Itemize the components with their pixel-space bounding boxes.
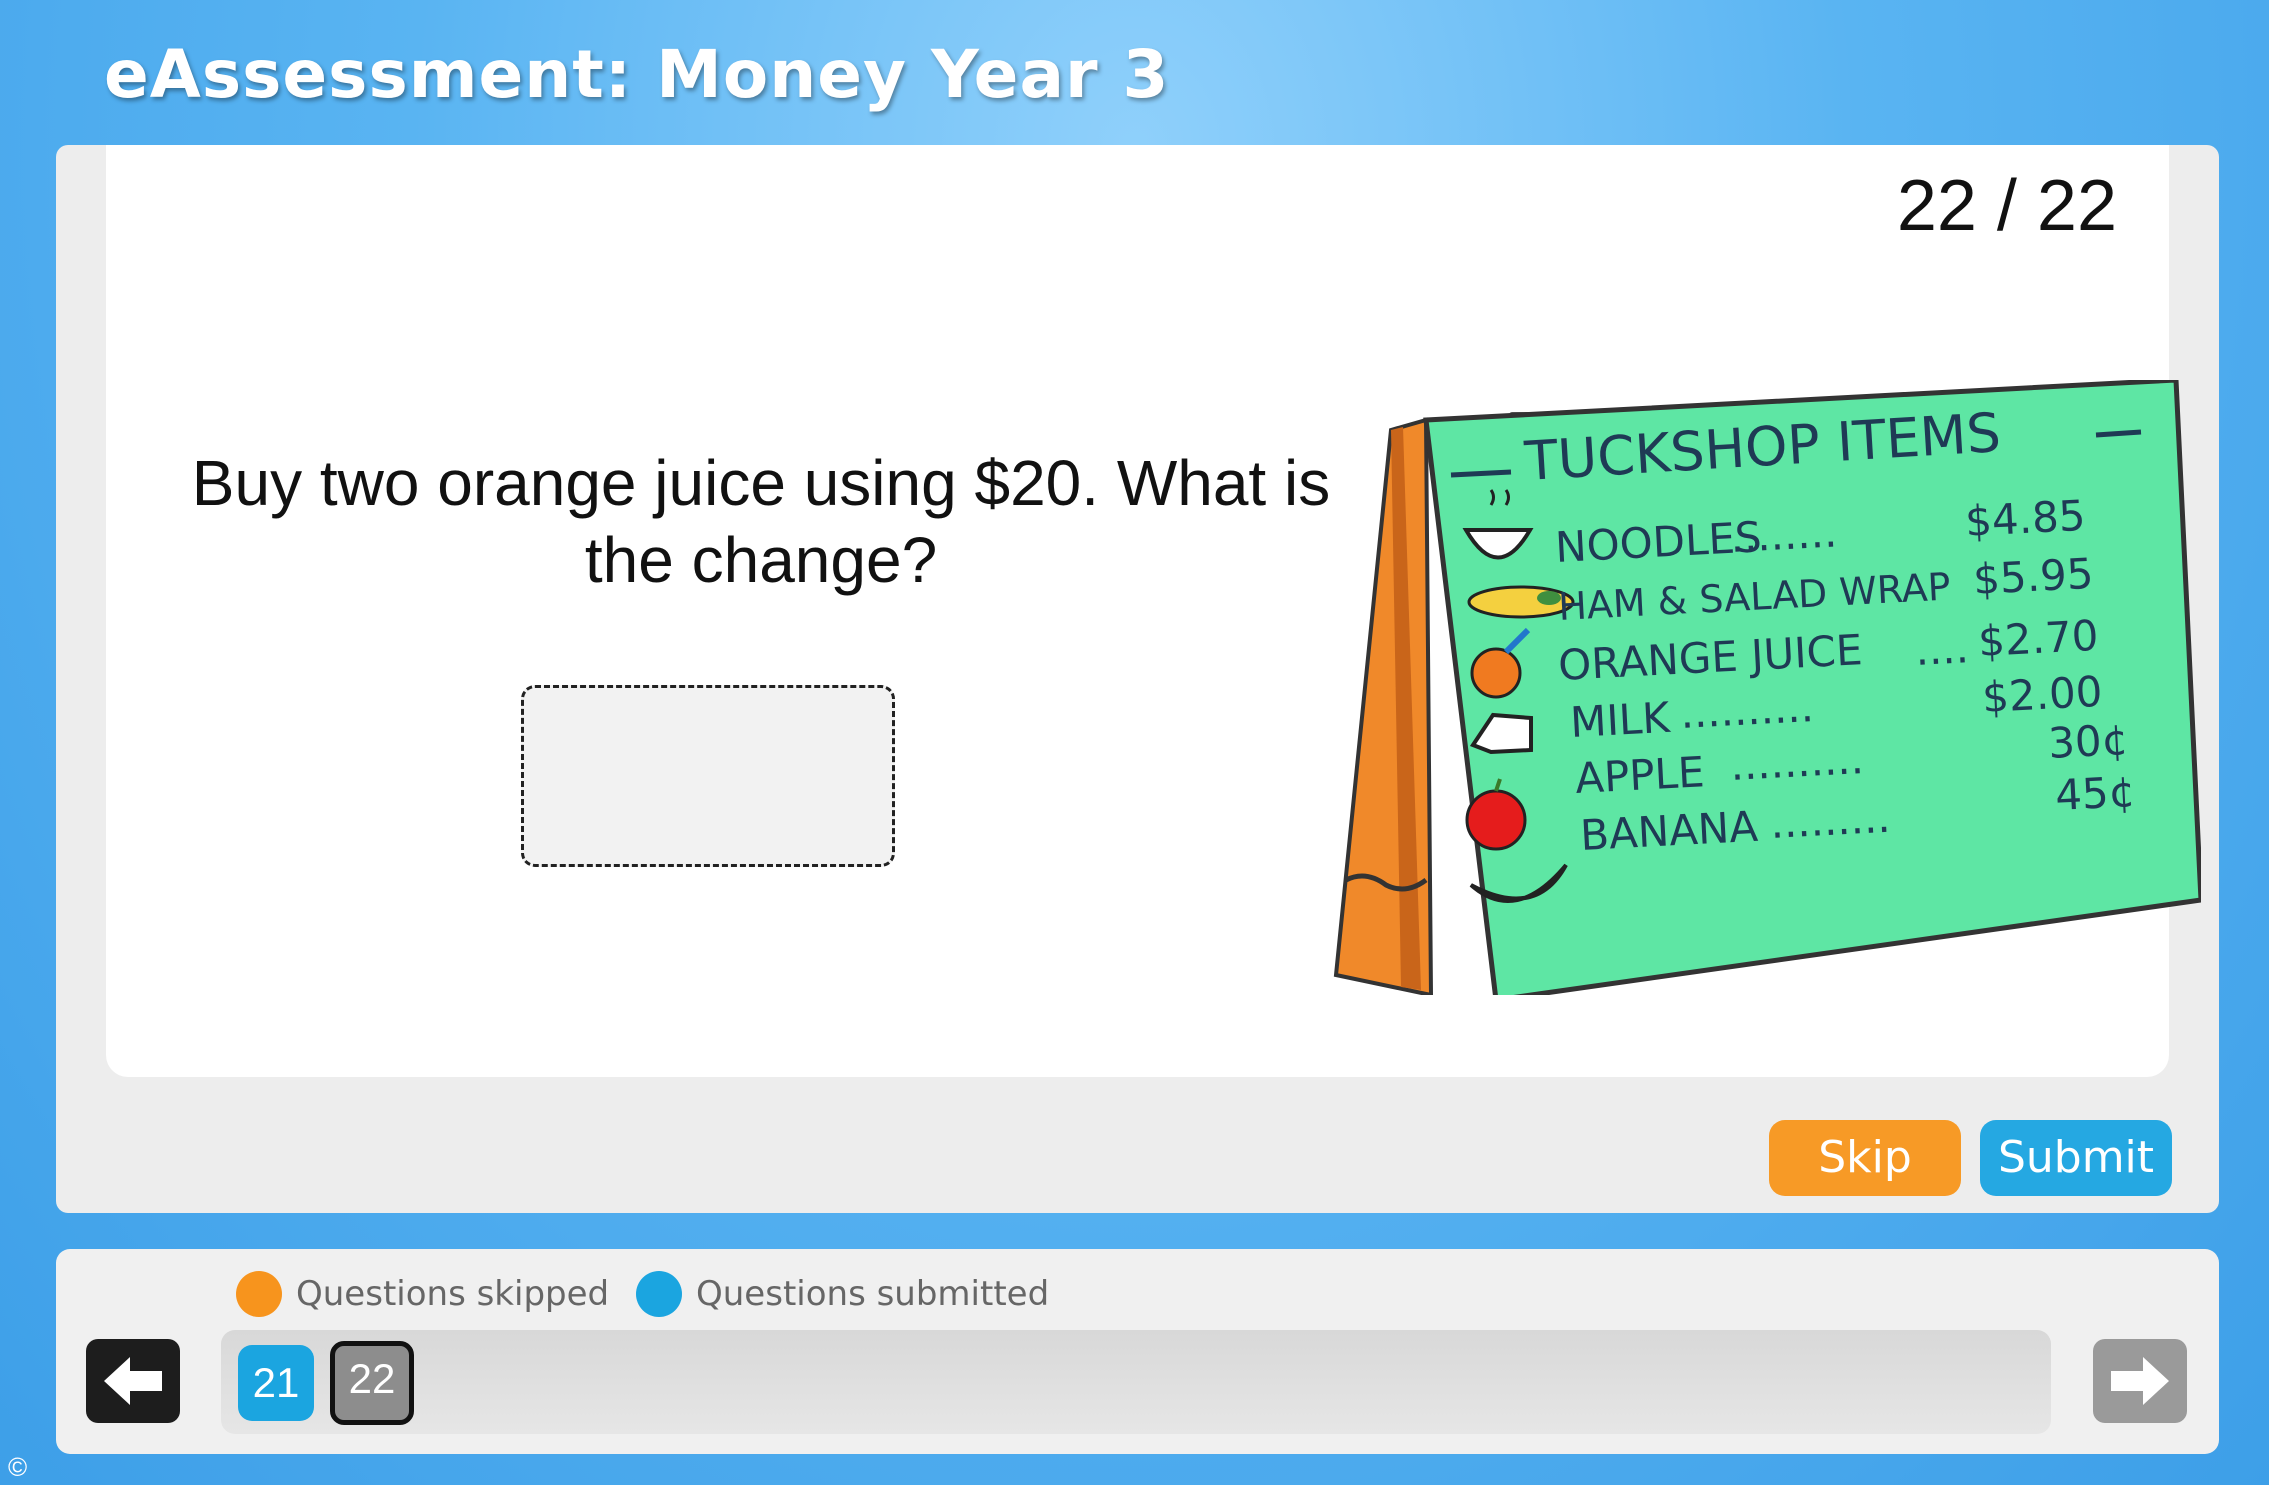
answer-drop-zone[interactable] bbox=[521, 685, 895, 867]
arrow-right-icon bbox=[2111, 1357, 2169, 1405]
question-text: Buy two orange juice using $20. What is … bbox=[191, 447, 1331, 596]
item-price-apple: 30¢ bbox=[2047, 715, 2130, 768]
skip-button[interactable]: Skip bbox=[1769, 1120, 1961, 1196]
legend-skipped: Questions skipped bbox=[236, 1269, 609, 1319]
item-name-milk: MILK bbox=[1569, 693, 1672, 747]
submitted-dot-icon bbox=[636, 1271, 682, 1317]
title-dash-left bbox=[1450, 469, 1512, 478]
legend-skipped-label: Questions skipped bbox=[296, 1274, 610, 1314]
submit-button[interactable]: Submit bbox=[1980, 1120, 2172, 1196]
item-dots: .... bbox=[1914, 623, 1970, 675]
question-21-button[interactable]: 21 bbox=[238, 1345, 314, 1421]
item-price-milk: $2.00 bbox=[1981, 667, 2104, 722]
legend-submitted-label: Questions submitted bbox=[696, 1274, 1050, 1314]
page-title: eAssessment: Money Year 3 bbox=[104, 36, 1170, 113]
item-name-banana: BANANA bbox=[1579, 802, 1759, 860]
question-22-button[interactable]: 22 bbox=[330, 1341, 414, 1425]
item-dots: ......... bbox=[1769, 793, 1892, 848]
copyright-mark: © bbox=[8, 1452, 28, 1482]
item-price-noodles: $4.85 bbox=[1964, 491, 2087, 546]
item-dots: .......... bbox=[1729, 734, 1865, 790]
item-price-wrap: $5.95 bbox=[1972, 549, 2095, 604]
item-dots: .......... bbox=[1679, 682, 1815, 738]
item-name-apple: APPLE bbox=[1574, 747, 1706, 803]
item-price-banana: 45¢ bbox=[2054, 767, 2137, 820]
next-button[interactable] bbox=[2093, 1339, 2187, 1423]
item-dots: ........ bbox=[1729, 507, 1838, 562]
question-counter: 22 / 22 bbox=[1896, 166, 2117, 246]
question-navigator: Questions skipped Questions submitted 21… bbox=[56, 1249, 2219, 1454]
question-panel: 22 / 22 Buy two orange juice using $20. … bbox=[56, 145, 2219, 1213]
skipped-dot-icon bbox=[236, 1271, 282, 1317]
previous-button[interactable] bbox=[86, 1339, 180, 1423]
legend-submitted: Questions submitted bbox=[636, 1269, 1049, 1319]
title-dash-right bbox=[2095, 429, 2142, 438]
arrow-left-icon bbox=[104, 1357, 162, 1405]
question-track: 21 22 bbox=[221, 1330, 2051, 1434]
question-card: 22 / 22 Buy two orange juice using $20. … bbox=[106, 145, 2201, 1077]
item-price-orange-juice: $2.70 bbox=[1977, 611, 2100, 666]
tuckshop-sign: TUCKSHOP ITEMS NOODLES ........ $4.85 HA… bbox=[1333, 380, 2201, 995]
